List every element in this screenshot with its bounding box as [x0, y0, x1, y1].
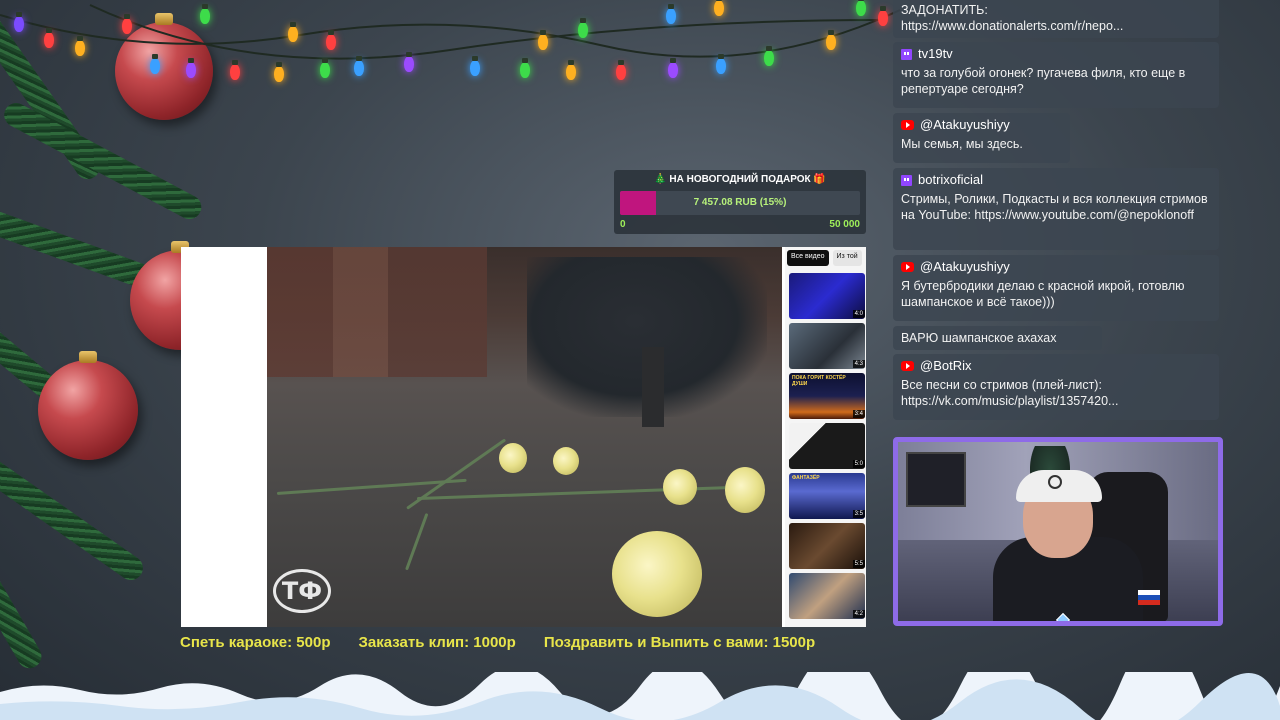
- youtube-icon: [901, 262, 914, 272]
- goal-title: 🎄 НА НОВОГОДНИЙ ПОДАРОК 🎁: [654, 174, 826, 185]
- chat-author[interactable]: @Atakuyushiyy: [920, 259, 1010, 275]
- chat-message-text: Мы семья, мы здесь.: [901, 137, 1023, 151]
- chat-panel: ЗАДОНАТИТЬ: https://www.donationalerts.c…: [893, 0, 1221, 425]
- webcam-overlay: [893, 437, 1223, 626]
- chat-author[interactable]: botrixoficial: [918, 172, 983, 188]
- donation-goal-widget: 🎄 НА НОВОГОДНИЙ ПОДАРОК 🎁 7 457.08 RUB (…: [614, 170, 866, 234]
- twitch-icon: [901, 174, 912, 186]
- price-congrats: Поздравить и Выпить с вами: 1500р: [543, 634, 816, 651]
- twitch-icon: [901, 48, 912, 60]
- chat-message: tv19tv что за голубой огонек? пугачева ф…: [893, 42, 1219, 108]
- chat-author[interactable]: @BotRix: [920, 358, 972, 374]
- video-player[interactable]: ТФ Все видео Из той 4:0 4:3 ПОКА ГОРИТ К…: [181, 247, 866, 627]
- youtube-icon: [901, 361, 914, 371]
- channel-logo: ТФ: [273, 569, 331, 613]
- ornament-icon: [38, 351, 138, 460]
- chat-message: @Atakuyushiyy Я бутербродики делаю с кра…: [893, 255, 1219, 321]
- price-karaoke: Спеть караоке: 500р: [180, 634, 331, 651]
- chat-message-text: что за голубой огонек? пугачева филя, кт…: [901, 66, 1186, 96]
- related-video-thumb[interactable]: ПОКА ГОРИТ КОСТЁР ДУШИ 3:4: [789, 373, 865, 419]
- related-video-thumb[interactable]: 5:0: [789, 423, 865, 469]
- chat-message: ВАРЮ шампанское ахахах: [893, 326, 1102, 350]
- chat-message: botrixoficial Стримы, Ролики, Подкасты и…: [893, 168, 1219, 250]
- goal-amount: 7 457.08 RUB (15%): [693, 197, 787, 208]
- christmas-decoration-left: [0, 0, 230, 720]
- chat-author[interactable]: @Atakuyushiyy: [920, 117, 1010, 133]
- related-video-thumb[interactable]: 5:5: [789, 523, 865, 569]
- chip-all-videos[interactable]: Все видео: [787, 250, 829, 266]
- chat-message: @BotRix Все песни со стримов (плей-лист)…: [893, 354, 1219, 420]
- chat-message-text: Все песни со стримов (плей-лист): https:…: [901, 378, 1119, 408]
- chat-message: ЗАДОНАТИТЬ: https://www.donationalerts.c…: [893, 0, 1219, 38]
- chat-author[interactable]: tv19tv: [918, 46, 953, 62]
- goal-progress-bar: 7 457.08 RUB (15%): [620, 191, 860, 215]
- goal-min: 0: [620, 219, 626, 230]
- chip-from-same[interactable]: Из той: [832, 250, 862, 266]
- string-lights-decoration: [0, 0, 900, 90]
- price-clip: Заказать клип: 1000р: [358, 634, 516, 651]
- chat-message-text: Стримы, Ролики, Подкасты и вся коллекция…: [901, 192, 1208, 222]
- snow-decoration: [0, 672, 1280, 720]
- related-video-thumb[interactable]: 4:0: [789, 273, 865, 319]
- russia-flag-icon: [1138, 590, 1160, 605]
- video-frame-content: ТФ: [267, 247, 782, 627]
- chat-message-text: ЗАДОНАТИТЬ: https://www.donationalerts.c…: [901, 3, 1124, 33]
- youtube-icon: [901, 120, 914, 130]
- chat-message: @Atakuyushiyy Мы семья, мы здесь.: [893, 113, 1070, 163]
- goal-max: 50 000: [829, 219, 860, 230]
- related-video-thumb[interactable]: 4:3: [789, 323, 865, 369]
- chat-message-text: ВАРЮ шампанское ахахах: [901, 331, 1057, 345]
- related-video-thumb[interactable]: ФАНТАЗЁР 3:5: [789, 473, 865, 519]
- chat-message-text: Я бутербродики делаю с красной икрой, го…: [901, 279, 1185, 309]
- related-video-thumb[interactable]: 4:2: [789, 573, 865, 619]
- youtube-related-sidebar: Все видео Из той 4:0 4:3 ПОКА ГОРИТ КОСТ…: [785, 247, 866, 627]
- donation-price-list: Спеть караоке: 500р Заказать клип: 1000р…: [180, 634, 870, 651]
